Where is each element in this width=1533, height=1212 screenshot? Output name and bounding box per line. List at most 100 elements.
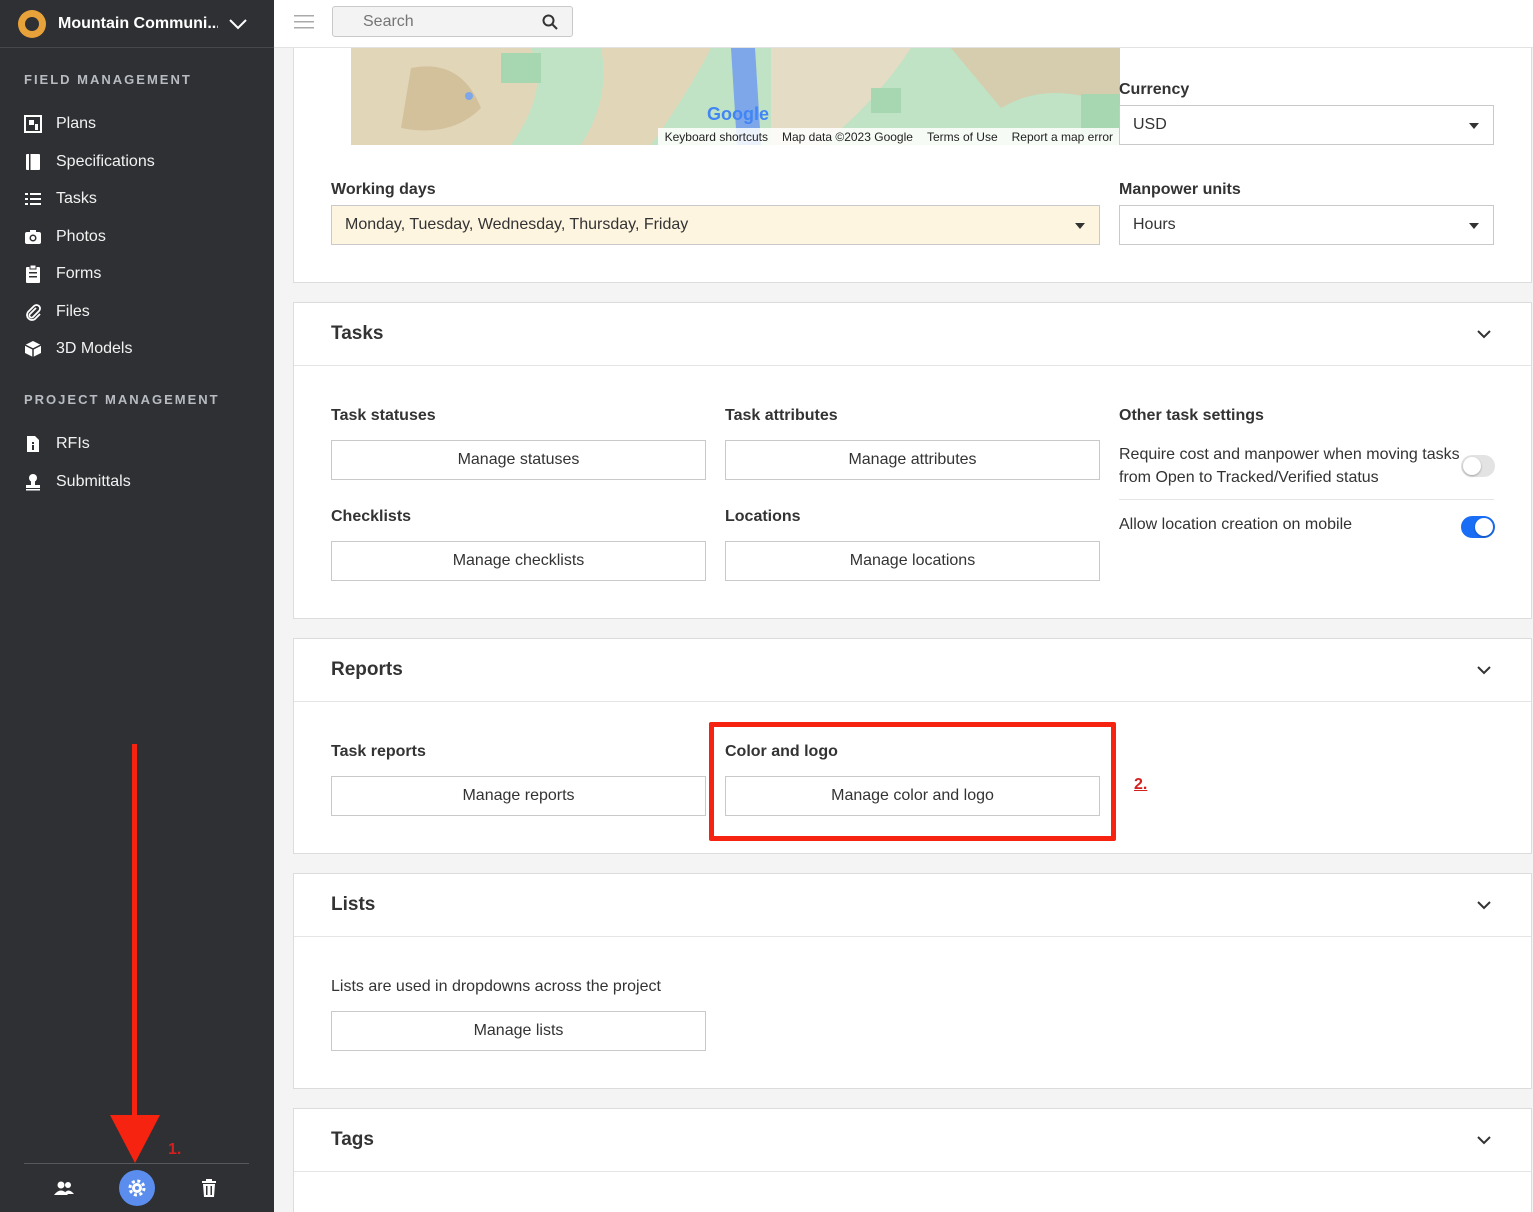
manage-locations-button[interactable]: Manage locations <box>725 541 1100 581</box>
task-statuses-label: Task statuses <box>331 407 436 424</box>
trash-icon[interactable] <box>198 1177 220 1199</box>
currency-select[interactable]: USD <box>1119 105 1494 145</box>
locations-label: Locations <box>725 508 801 525</box>
paperclip-icon <box>26 304 41 321</box>
sidebar-item-label: Plans <box>56 115 97 132</box>
project-map[interactable]: Google Keyboard shortcuts Map data ©2023… <box>351 48 1120 145</box>
sidebar-item-label: Photos <box>56 228 106 245</box>
list-icon <box>25 193 41 205</box>
sidebar-item-label: RFIs <box>56 435 90 452</box>
users-icon[interactable] <box>53 1177 75 1199</box>
lists-card: Lists Lists are used in dropdowns across… <box>293 873 1532 1089</box>
sidebar-item-3d-models[interactable]: 3D Models <box>24 337 132 361</box>
manage-checklists-button[interactable]: Manage checklists <box>331 541 706 581</box>
require-cost-line-1: Require cost and manpower when moving ta… <box>1119 446 1460 463</box>
sidebar-item-files[interactable]: Files <box>24 300 90 324</box>
keyboard-shortcuts-link[interactable]: Keyboard shortcuts <box>658 130 775 144</box>
search-box[interactable] <box>332 6 573 37</box>
task-attributes-label: Task attributes <box>725 407 838 424</box>
stamp-icon <box>26 474 40 491</box>
topbar <box>274 0 1533 48</box>
tags-card-header[interactable]: Tags <box>294 1109 1531 1172</box>
project-name: Mountain Communi... <box>58 14 218 32</box>
manpower-units-label: Manpower units <box>1119 181 1241 198</box>
chevron-down-icon[interactable] <box>228 14 248 34</box>
sidebar-item-plans[interactable]: Plans <box>24 112 96 136</box>
map-attribution: Keyboard shortcuts Map data ©2023 Google… <box>657 128 1120 145</box>
sidebar-item-forms[interactable]: Forms <box>24 262 101 286</box>
require-cost-line-2: from Open to Tracked/Verified status <box>1119 469 1379 486</box>
manpower-units-value: Hours <box>1133 216 1176 233</box>
sidebar-item-label: Files <box>56 303 90 320</box>
annotation-highlight-box <box>709 722 1116 841</box>
camera-icon <box>25 230 41 244</box>
hamburger-menu-icon[interactable] <box>294 14 314 30</box>
manage-attributes-button[interactable]: Manage attributes <box>725 440 1100 480</box>
working-days-value: Monday, Tuesday, Wednesday, Thursday, Fr… <box>345 216 689 233</box>
chevron-down-icon[interactable] <box>1477 663 1491 677</box>
terms-of-use-link[interactable]: Terms of Use <box>920 130 1005 144</box>
manpower-units-select[interactable]: Hours <box>1119 205 1494 245</box>
search-icon[interactable] <box>542 14 558 30</box>
gear-icon[interactable] <box>126 1177 148 1199</box>
sidebar-item-tasks[interactable]: Tasks <box>24 187 97 211</box>
main-content: Google Keyboard shortcuts Map data ©2023… <box>274 48 1533 1212</box>
require-cost-setting-text: Require cost and manpower when moving ta… <box>1119 443 1460 489</box>
cube-icon <box>24 341 42 357</box>
chevron-down-icon[interactable] <box>1477 327 1491 341</box>
manage-lists-button[interactable]: Manage lists <box>331 1011 706 1051</box>
tasks-card-title: Tasks <box>331 323 384 344</box>
caret-down-icon <box>1469 123 1479 129</box>
project-logo-icon <box>18 9 46 38</box>
search-input[interactable] <box>363 13 533 31</box>
clipboard-icon <box>26 265 40 283</box>
chevron-down-icon[interactable] <box>1477 1133 1491 1147</box>
tasks-card: Tasks Task statuses Manage statuses Task… <box>293 302 1532 619</box>
sidebar-item-label: 3D Models <box>56 340 133 357</box>
sidebar-item-rfis[interactable]: RFIs <box>24 432 90 456</box>
sidebar-item-submittals[interactable]: Submittals <box>24 470 131 494</box>
caret-down-icon <box>1469 223 1479 229</box>
sidebar-item-photos[interactable]: Photos <box>24 225 106 249</box>
annotation-arrow-head <box>110 1115 160 1163</box>
sidebar-item-label: Specifications <box>56 153 155 170</box>
sidebar-item-label: Tasks <box>56 190 97 207</box>
plans-icon <box>24 115 42 133</box>
reports-card-header[interactable]: Reports <box>294 639 1531 702</box>
task-reports-label: Task reports <box>331 743 426 760</box>
map-data-text: Map data ©2023 Google <box>782 129 913 144</box>
annotation-step-2: 2. <box>1134 776 1148 793</box>
manage-statuses-button[interactable]: Manage statuses <box>331 440 706 480</box>
sidebar-item-label: Submittals <box>56 473 131 490</box>
tasks-card-header[interactable]: Tasks <box>294 303 1531 366</box>
sidebar-item-specifications[interactable]: Specifications <box>24 150 155 174</box>
manage-reports-button[interactable]: Manage reports <box>331 776 706 816</box>
google-logo: Google <box>707 104 769 124</box>
reports-card-title: Reports <box>331 659 403 680</box>
lists-card-title: Lists <box>331 894 376 915</box>
currency-label: Currency <box>1119 81 1190 98</box>
general-settings-card: Google Keyboard shortcuts Map data ©2023… <box>293 48 1532 283</box>
annotation-step-1: 1. <box>168 1141 182 1158</box>
caret-down-icon <box>1075 223 1085 229</box>
checklists-label: Checklists <box>331 508 412 525</box>
annotation-arrow <box>132 744 137 1124</box>
allow-location-setting-text: Allow location creation on mobile <box>1119 516 1353 533</box>
require-cost-toggle[interactable] <box>1461 455 1495 477</box>
tags-card: Tags <box>293 1108 1532 1212</box>
working-days-label: Working days <box>331 181 436 198</box>
allow-location-toggle[interactable] <box>1461 516 1495 538</box>
report-map-error-link[interactable]: Report a map error <box>1005 130 1120 144</box>
rfi-document-icon <box>27 436 39 452</box>
tags-card-title: Tags <box>331 1129 374 1150</box>
sidebar: Mountain Communi... FIELD MANAGEMENT Pla… <box>0 0 274 1212</box>
currency-value: USD <box>1133 116 1167 133</box>
field-management-heading: FIELD MANAGEMENT <box>24 72 192 87</box>
chevron-down-icon[interactable] <box>1477 898 1491 912</box>
lists-card-header[interactable]: Lists <box>294 874 1531 937</box>
project-management-heading: PROJECT MANAGEMENT <box>24 392 220 407</box>
specifications-icon <box>26 154 40 170</box>
other-task-settings-label: Other task settings <box>1119 407 1264 424</box>
lists-description: Lists are used in dropdowns across the p… <box>331 978 661 995</box>
working-days-select[interactable]: Monday, Tuesday, Wednesday, Thursday, Fr… <box>331 205 1100 245</box>
